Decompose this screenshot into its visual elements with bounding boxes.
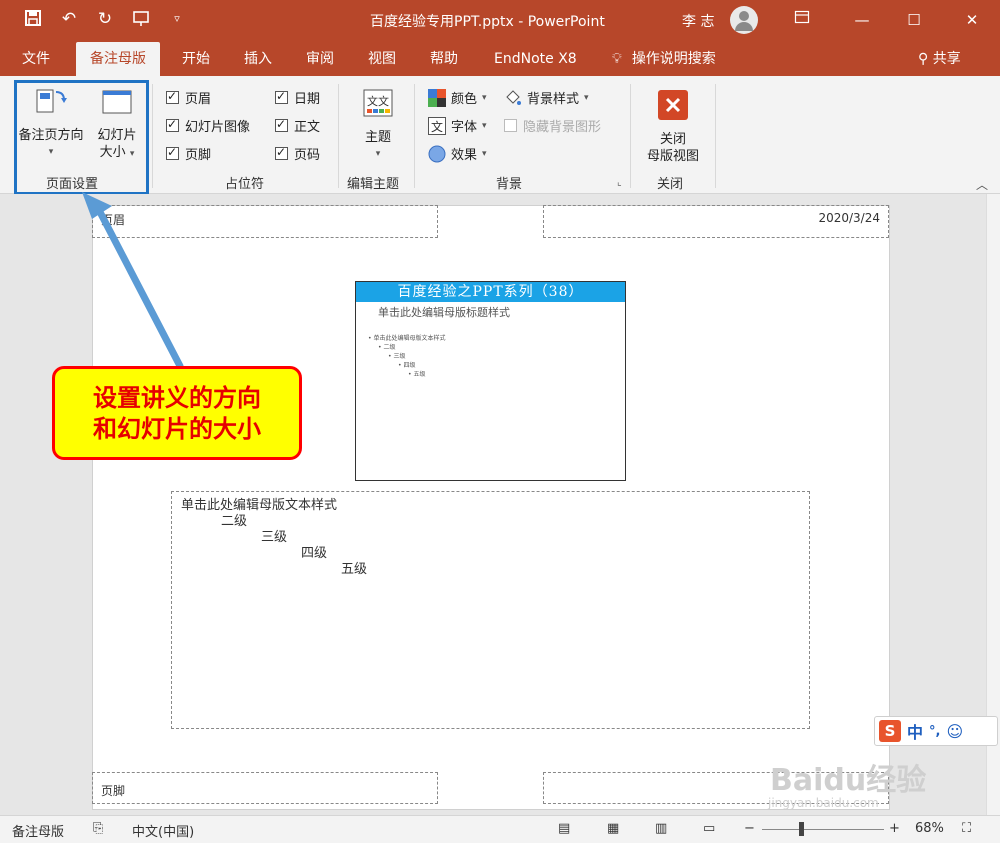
zoom-in-button[interactable]: + — [889, 821, 900, 836]
zoom-slider-handle[interactable] — [799, 822, 804, 836]
callout-line-1: 设置讲义的方向 — [93, 384, 261, 412]
reading-view-icon[interactable]: ▥ — [655, 821, 667, 836]
baidu-watermark-url: jingyan.baidu.com — [768, 796, 879, 810]
accessibility-icon[interactable]: ⎘ — [93, 821, 103, 836]
emoji-icon[interactable]: ☺ — [946, 722, 963, 741]
zoom-out-button[interactable]: − — [744, 821, 755, 836]
ime-toolbar[interactable]: S 中 °, ☺ — [874, 716, 998, 746]
ime-mode[interactable]: 中 — [907, 719, 923, 743]
status-bar: 备注母版 ⎘ 中文(中国) ▤ ▦ ▥ ▭ − + 68% ⛶ — [0, 815, 1000, 843]
slideshow-icon[interactable]: ▭ — [703, 821, 715, 836]
language-indicator[interactable]: 中文(中国) — [132, 821, 194, 840]
zoom-slider[interactable] — [762, 829, 884, 830]
annotation-callout: 设置讲义的方向 和幻灯片的大小 — [52, 366, 302, 460]
fit-to-window-icon[interactable]: ⛶ — [962, 821, 971, 836]
baidu-watermark: Baidu经验 — [770, 763, 927, 798]
zoom-level[interactable]: 68% — [915, 821, 944, 836]
callout-line-2: 和幻灯片的大小 — [93, 415, 261, 443]
normal-view-icon[interactable]: ▤ — [558, 821, 570, 836]
sogou-logo-icon: S — [879, 720, 901, 742]
view-mode: 备注母版 — [12, 825, 65, 840]
slide-sorter-icon[interactable]: ▦ — [607, 821, 619, 836]
ime-punctuation[interactable]: °, — [929, 724, 940, 739]
